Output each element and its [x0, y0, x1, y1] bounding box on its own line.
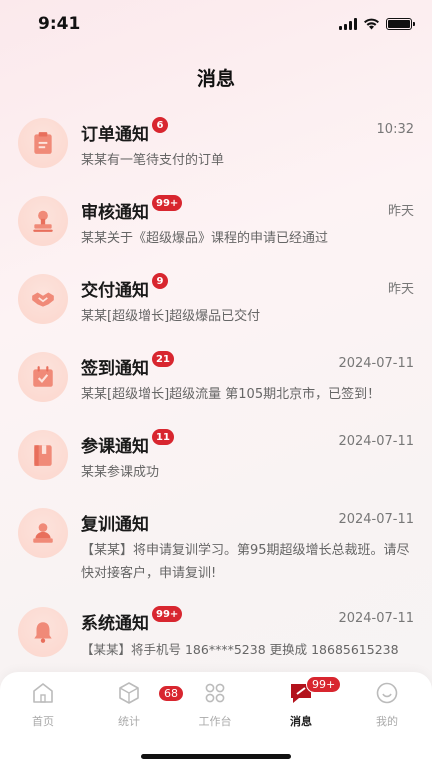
tab-workbench[interactable]: 工作台 [180, 680, 250, 729]
tab-label: 消息 [290, 715, 312, 728]
book-icon [18, 430, 68, 480]
cube-icon [116, 680, 142, 706]
grid-icon [202, 680, 228, 706]
message-item-attend[interactable]: 参课通知 11 2024-07-11 某某参课成功 [0, 429, 432, 508]
message-time: 2024-07-11 [338, 434, 414, 449]
calendar-check-icon [18, 352, 68, 402]
message-time: 昨天 [387, 282, 414, 297]
message-item-review[interactable]: 审核通知 99+ 昨天 某某关于《超级爆品》课程的申请已经通过 [0, 195, 432, 274]
message-item-checkin[interactable]: 签到通知 21 2024-07-11 某某[超级增长]超级流量 第105期北京市… [0, 351, 432, 430]
message-title: 系统通知 [81, 613, 149, 634]
home-indicator [141, 754, 291, 759]
tab-label: 统计 [118, 715, 140, 728]
message-title: 参课通知 [81, 436, 149, 457]
wifi-icon [364, 18, 379, 30]
page-title: 消息 [196, 68, 235, 90]
message-preview: 【某某】将申请复训学习。第95期超级增长总裁班。请尽快对接客户，申请复训! [81, 543, 410, 581]
message-title: 订单通知 [81, 124, 149, 145]
message-item-retrain[interactable]: 复训通知 2024-07-11 【某某】将申请复训学习。第95期超级增长总裁班。… [0, 508, 432, 607]
unread-badge: 9 [152, 273, 168, 289]
message-time: 2024-07-11 [338, 611, 414, 626]
unread-badge: 6 [152, 117, 168, 133]
unread-badge: 99+ [152, 195, 183, 211]
tab-stats[interactable]: 统计 68 [94, 680, 184, 729]
status-bar: 9:41 [0, 0, 432, 50]
home-icon [30, 680, 56, 706]
tab-label: 我的 [376, 715, 398, 728]
status-icons [339, 18, 415, 30]
unread-badge: 11 [152, 429, 174, 445]
smile-icon [374, 680, 400, 706]
tab-label: 首页 [32, 715, 54, 728]
tab-messages[interactable]: 消息 99+ [266, 676, 342, 729]
bell-icon [18, 607, 68, 657]
unread-badge: 99+ [152, 606, 183, 622]
unread-badge: 21 [152, 351, 174, 367]
message-title: 交付通知 [81, 280, 149, 301]
message-time: 2024-07-11 [338, 512, 414, 527]
person-desk-icon [18, 508, 68, 558]
message-preview: 某某有一笔待支付的订单 [81, 153, 225, 168]
message-title: 签到通知 [81, 358, 149, 379]
battery-icon [386, 18, 415, 30]
message-title: 审核通知 [81, 202, 149, 223]
message-time: 10:32 [376, 122, 414, 137]
messages-badge: 99+ [306, 676, 342, 693]
handshake-icon [18, 274, 68, 324]
status-time: 9:41 [38, 14, 81, 34]
tab-home[interactable]: 首页 [8, 680, 78, 729]
message-preview: 某某[超级增长]超级爆品已交付 [81, 309, 261, 324]
message-item-delivery[interactable]: 交付通知 9 昨天 某某[超级增长]超级爆品已交付 [0, 273, 432, 352]
stamp-icon [18, 196, 68, 246]
signal-icon [339, 18, 357, 30]
order-icon [18, 118, 68, 168]
message-preview: 某某参课成功 [81, 465, 160, 480]
message-preview: 【某某】将手机号 186****5238 更换成 18685615238 [81, 642, 399, 657]
message-item-order[interactable]: 订单通知 6 10:32 某某有一笔待支付的订单 [0, 117, 432, 196]
message-time: 2024-07-11 [338, 356, 414, 371]
tab-label: 工作台 [198, 715, 232, 728]
message-preview: 某某[超级增长]超级流量 第105期北京市，已签到！ [81, 387, 381, 402]
message-time: 昨天 [387, 204, 414, 219]
message-list: 订单通知 6 10:32 某某有一笔待支付的订单 审核通知 99+ 昨天 某某关… [0, 117, 432, 685]
message-title: 复训通知 [81, 514, 149, 535]
message-preview: 某某关于《超级爆品》课程的申请已经通过 [81, 231, 329, 246]
tab-profile[interactable]: 我的 [352, 680, 422, 729]
